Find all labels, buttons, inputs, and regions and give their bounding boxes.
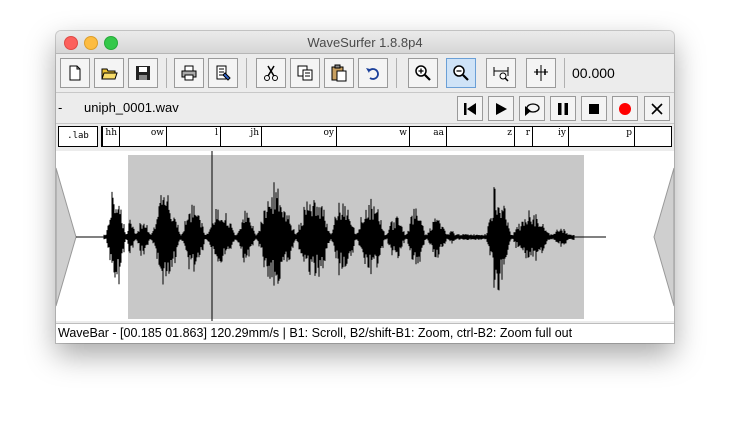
pause-icon (558, 102, 568, 115)
new-button[interactable] (60, 58, 90, 88)
label-segment-end[interactable] (634, 127, 672, 146)
label-segment[interactable]: aa (409, 127, 447, 146)
copy-button[interactable] (290, 58, 320, 88)
toolbar-separator (564, 58, 565, 88)
label-segment[interactable]: hh (102, 127, 120, 146)
play-loop-icon (525, 102, 540, 116)
printer-icon (181, 65, 197, 81)
save-disk-icon (136, 66, 150, 80)
toolbar-separator (166, 58, 167, 88)
label-segment[interactable]: oy (261, 127, 337, 146)
play-button[interactable] (488, 96, 514, 121)
scroll-left-arrow[interactable] (56, 167, 77, 307)
save-button[interactable] (128, 58, 158, 88)
zoom-selection-button[interactable] (526, 58, 556, 88)
sound-menu-indicator[interactable]: - (58, 100, 62, 115)
undo-icon (366, 68, 379, 80)
stop-button[interactable] (581, 96, 607, 121)
label-segment[interactable]: z (446, 127, 515, 146)
open-button[interactable] (94, 58, 124, 88)
toolbar: 00.000 (56, 54, 674, 93)
label-tier[interactable]: hh ow l jh oy w aa z r iy p (101, 126, 672, 147)
open-folder-icon (101, 68, 118, 80)
play-loop-button[interactable] (519, 96, 545, 121)
label-segment[interactable]: w (336, 127, 410, 146)
toolbar-separator (246, 58, 247, 88)
zoom-in-icon (415, 65, 431, 81)
properties-button[interactable] (208, 58, 238, 88)
paste-icon (331, 64, 347, 82)
label-segment[interactable]: ow (119, 127, 167, 146)
paste-button[interactable] (324, 58, 354, 88)
zoom-fit-icon (493, 67, 509, 82)
label-segment[interactable]: iy (532, 127, 569, 146)
label-segment[interactable]: p (568, 127, 635, 146)
toolbar-separator (396, 58, 397, 88)
print-button[interactable] (174, 58, 204, 88)
app-window: WaveSurfer 1.8.8p4 00.000 - uniph_0001.w… (56, 31, 674, 343)
status-bar: WaveBar - [00.185 01.863] 120.29mm/s | B… (56, 323, 674, 343)
title-bar: WaveSurfer 1.8.8p4 (56, 31, 674, 54)
label-pane-name[interactable]: .lab (58, 126, 98, 147)
label-segment[interactable]: jh (220, 127, 262, 146)
play-icon (496, 102, 507, 115)
label-pane: .lab hh ow l jh oy w aa z r iy p (56, 124, 674, 150)
pause-button[interactable] (550, 96, 576, 121)
scissors-icon (264, 65, 278, 81)
scroll-right-arrow[interactable] (653, 167, 674, 307)
sound-header-bar: - uniph_0001.wav (56, 93, 674, 124)
skip-to-start-icon (464, 102, 476, 115)
waveform-canvas[interactable] (56, 151, 674, 321)
stop-icon (589, 103, 599, 114)
properties-icon (216, 65, 231, 81)
copy-icon (297, 65, 313, 81)
undo-button[interactable] (358, 58, 388, 88)
label-segment[interactable]: l (166, 127, 221, 146)
time-readout: 00.000 (572, 65, 615, 81)
zoom-fit-button[interactable] (486, 58, 516, 88)
new-document-icon (69, 65, 81, 81)
zoom-in-button[interactable] (408, 58, 438, 88)
zoom-out-button[interactable] (446, 58, 476, 88)
zoom-selection-icon (534, 65, 548, 81)
waveform-pane[interactable] (56, 151, 674, 321)
label-segment[interactable]: r (514, 127, 533, 146)
window-title: WaveSurfer 1.8.8p4 (307, 35, 423, 50)
close-sound-button[interactable] (644, 96, 670, 121)
zoom-out-icon (453, 65, 469, 81)
cut-button[interactable] (256, 58, 286, 88)
close-icon (651, 102, 663, 115)
skip-to-start-button[interactable] (457, 96, 483, 121)
record-icon (619, 102, 631, 115)
file-name: uniph_0001.wav (84, 100, 179, 115)
record-button[interactable] (612, 96, 638, 121)
